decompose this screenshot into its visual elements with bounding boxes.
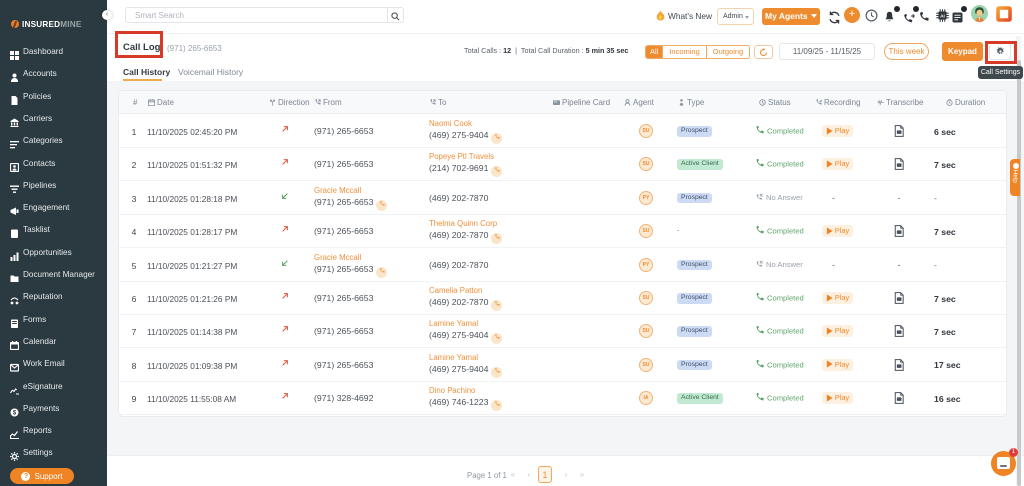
svg-text:AI: AI [940,13,945,19]
